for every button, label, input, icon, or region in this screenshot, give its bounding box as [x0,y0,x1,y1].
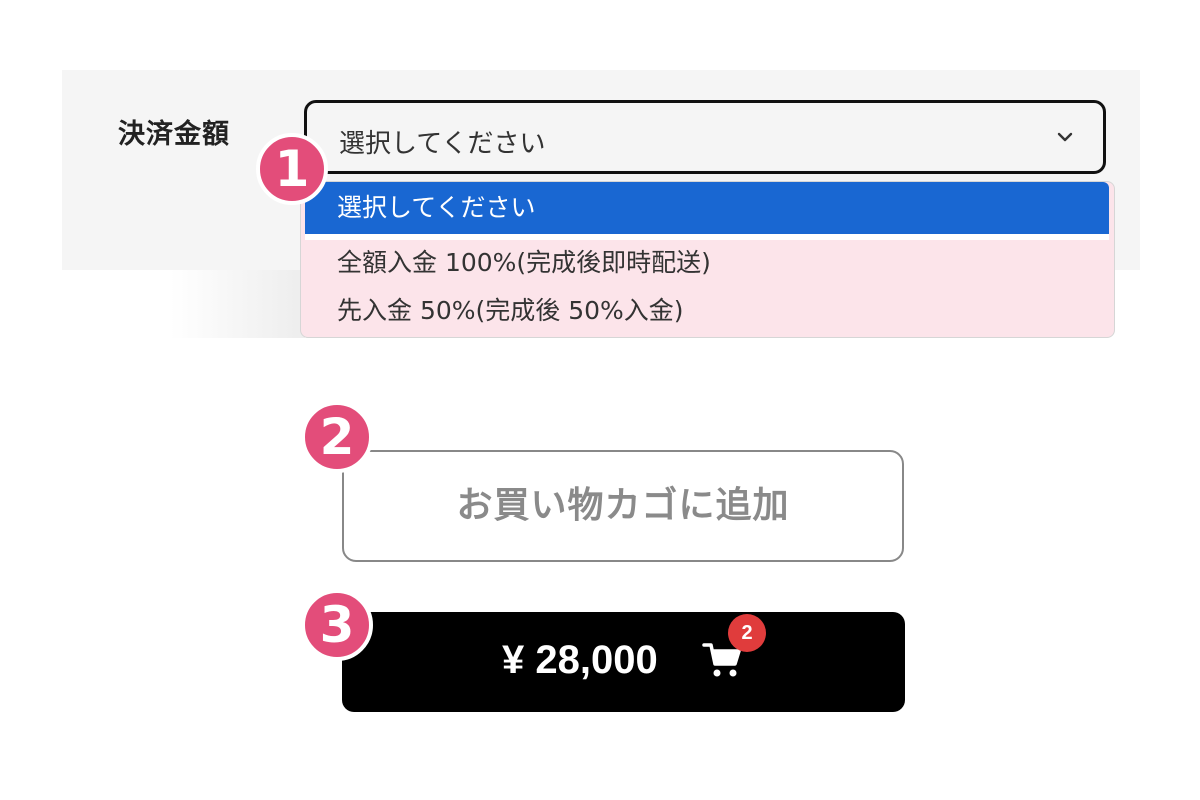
cart-total-button[interactable]: ¥ 28,000 2 [342,612,905,712]
step-badge-2: 2 [301,401,373,473]
dropdown-option-full-payment[interactable]: 全額入金 100%(完成後即時配送) [305,240,1109,286]
product-purchase-area: 決済金額 選択してください 選択してください 全額入金 100%(完成後即時配送… [0,0,1200,800]
chevron-down-icon [1057,132,1073,142]
payment-amount-label: 決済金額 [118,119,230,150]
cart-total-price: ¥ 28,000 [502,638,658,682]
payment-amount-select-value: 選択してください [339,129,546,159]
step-badge-1: 1 [256,133,328,205]
payment-amount-select[interactable]: 選択してください [304,100,1106,174]
dropdown-shadow [170,270,305,338]
cart-count-badge: 2 [728,614,766,652]
payment-amount-dropdown-list: 選択してください 全額入金 100%(完成後即時配送) 先入金 50%(完成後 … [300,181,1115,338]
dropdown-option-half-payment[interactable]: 先入金 50%(完成後 50%入金) [305,288,1109,334]
add-to-cart-button[interactable]: お買い物カゴに追加 [342,450,904,562]
dropdown-option-placeholder[interactable]: 選択してください [305,182,1109,234]
step-badge-3: 3 [301,589,373,661]
